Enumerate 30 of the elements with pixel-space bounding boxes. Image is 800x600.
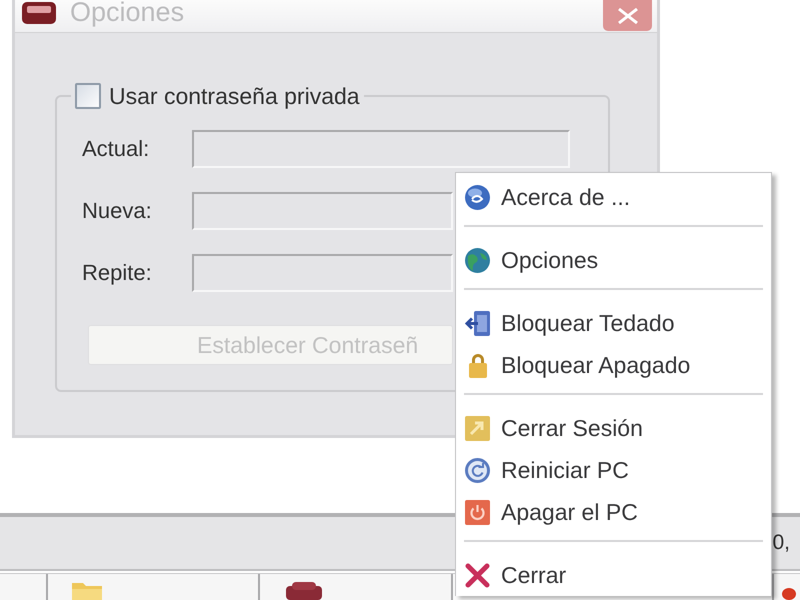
close-icon (616, 6, 638, 24)
window-title: Opciones (70, 0, 184, 27)
menu-item[interactable]: Bloquear Tedado (456, 302, 771, 344)
power-icon (465, 500, 490, 524)
folder-icon (72, 580, 102, 600)
checkbox-label: Usar contraseña privada (109, 82, 360, 110)
field-label: Nueva: (82, 198, 152, 224)
box-icon (286, 582, 322, 600)
box-icon (22, 2, 56, 24)
menu-item[interactable]: Cerrar Sesión (456, 407, 771, 449)
padlock-icon (468, 352, 486, 378)
menu-item[interactable]: Bloquear Apagado (456, 344, 771, 386)
disc-icon (782, 588, 796, 600)
cross-icon (465, 562, 490, 588)
status-text: 0, (772, 531, 790, 555)
taskbar-tab[interactable] (772, 574, 800, 600)
arrow-tile-icon (465, 416, 490, 440)
field-label: Repite: (82, 260, 152, 286)
menu-item[interactable]: Acerca de ... (456, 176, 771, 218)
globe-icon (465, 248, 490, 272)
field-label: Actual: (82, 136, 150, 162)
menu-item[interactable]: Reiniciar PC (456, 449, 771, 491)
menu-item[interactable]: Apagar el PC (456, 491, 771, 533)
menu-item[interactable]: Cerrar (456, 554, 771, 596)
sphere-icon (465, 184, 490, 210)
taskbar-tab[interactable] (260, 574, 453, 600)
menu-item[interactable]: Opciones (456, 239, 771, 281)
close-button[interactable] (603, 0, 652, 31)
door-arrow-icon (465, 310, 490, 336)
checkbox[interactable] (75, 83, 101, 109)
